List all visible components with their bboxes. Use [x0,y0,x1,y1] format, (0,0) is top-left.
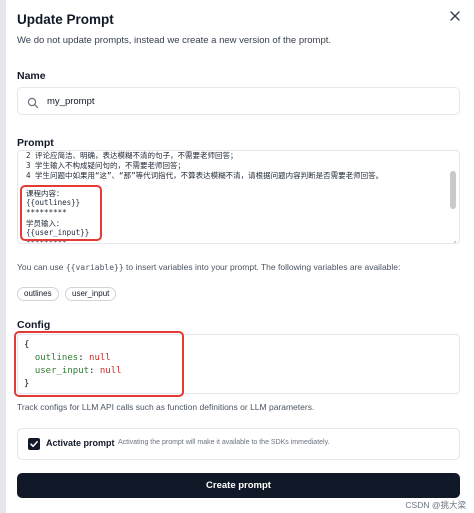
activate-label[interactable]: Activate prompt [46,438,115,448]
activate-checkbox[interactable] [28,438,40,450]
prompt-textarea[interactable]: 2 评论应简洁、明确，表达模糊不清的句子，不需要老师回答； 3 学生输入不构成疑… [17,150,460,244]
config-value: null [99,366,122,376]
prompt-line: ********* [26,238,67,244]
prompt-line: {{user_input}} [26,228,90,237]
dialog-description: We do not update prompts, instead we cre… [17,35,332,46]
prompt-scrollbar[interactable] [450,171,456,209]
watermark: CSDN @挑大梁 [405,500,466,510]
config-key: user_input [34,366,90,376]
config-entry: user_input: null [34,366,122,376]
variables-hint-prefix: You can use [17,262,64,272]
resize-handle-icon[interactable] [450,234,457,243]
config-entry: outlines: null [34,353,111,363]
config-close-brace: } [24,379,30,389]
background-strip [0,0,6,513]
config-label: Config [17,319,51,331]
variable-chip-outlines: outlines [17,287,59,301]
name-input[interactable] [47,92,447,111]
variables-hint-suffix: to insert variables into your prompt. Th… [126,262,401,272]
prompt-line: ********* [26,208,67,217]
dialog-title: Update Prompt [17,12,114,27]
prompt-line: {{outlines}} [26,198,81,207]
prompt-label: Prompt [17,137,54,149]
config-key: outlines [34,353,79,363]
variable-chip-user-input: user_input [65,287,117,301]
config-help-text: Track configs for LLM API calls such as … [17,402,315,412]
variables-hint: You can use {{variable}} to insert varia… [17,262,400,272]
activate-description: Activating the prompt will make it avail… [118,439,330,446]
prompt-line: 4 学生问题中如果用“这”、“那”等代词指代，不算表达模糊不清，请根据问题内容判… [26,171,384,180]
create-prompt-button[interactable]: Create prompt [17,473,460,498]
activate-prompt-row: Activate prompt Activating the prompt wi… [17,428,460,460]
search-icon [27,96,39,109]
name-label: Name [17,70,46,82]
config-open-brace: { [24,340,30,350]
name-field[interactable] [17,87,460,115]
close-icon[interactable] [450,11,460,21]
config-value: null [89,353,111,363]
config-editor[interactable]: { outlines: null user_input: null } [17,334,460,394]
variables-hint-code: {{variable}} [65,263,124,272]
